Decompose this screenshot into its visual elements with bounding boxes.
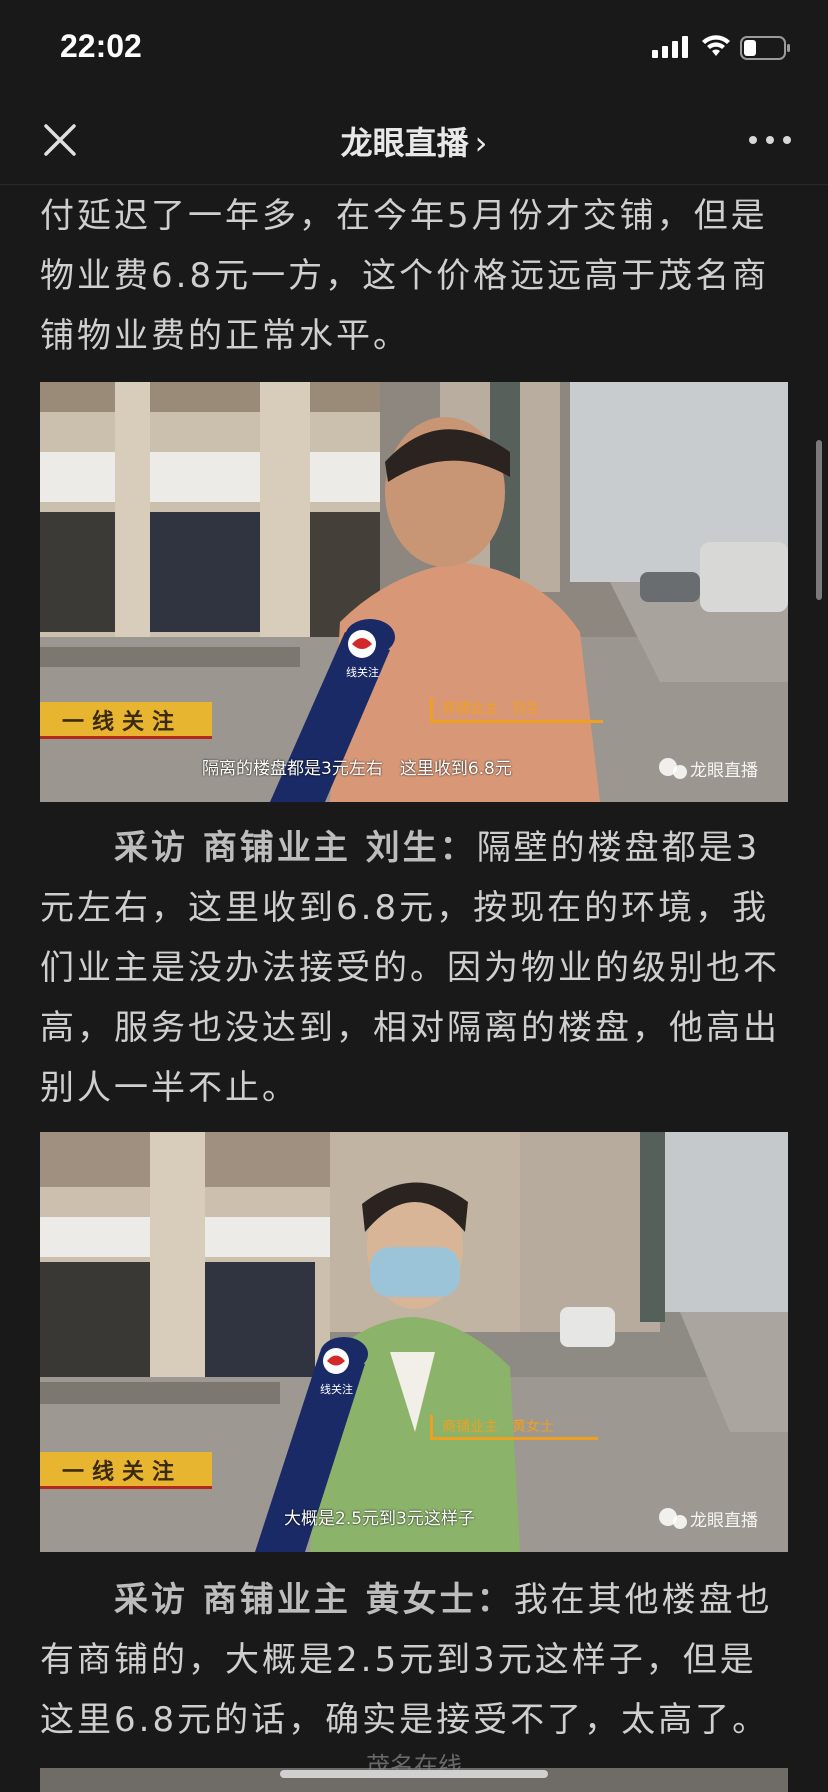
home-indicator[interactable] bbox=[280, 1770, 548, 1778]
wifi-icon bbox=[702, 35, 730, 56]
account-title-link[interactable]: 龙眼直播 › bbox=[0, 118, 828, 164]
banner-text: 一线关注 bbox=[62, 1460, 183, 1485]
mic-label: 线关注 bbox=[320, 1383, 353, 1396]
banner-text: 一线关注 bbox=[62, 710, 183, 735]
more-icon[interactable] bbox=[748, 132, 792, 148]
scrollbar[interactable] bbox=[816, 440, 822, 600]
interview-text: 隔壁的楼盘都是3元左右，这里收到6.8元，按现在的环境，我们业主是没办法接受的。… bbox=[40, 828, 780, 1108]
video-watermark: 龙眼直播 bbox=[690, 761, 758, 781]
interview-image-liu[interactable]: 一线关注 线关注 商铺业主 刘生 隔离的楼盘都是3元左右 这里收到6.8元 龙眼… bbox=[40, 382, 788, 802]
mic-label: 线关注 bbox=[346, 666, 379, 679]
article-paragraph: 采访 商铺业主 黄女士：我在其他楼盘也有商铺的，大概是2.5元到3元这样子，但是… bbox=[40, 1570, 788, 1750]
street-scene-image bbox=[40, 1132, 788, 1552]
video-watermark: 龙眼直播 bbox=[690, 1511, 758, 1531]
article-paragraph: 采访 商铺业主 刘生：隔壁的楼盘都是3元左右，这里收到6.8元，按现在的环境，我… bbox=[40, 818, 788, 1118]
account-title: 龙眼直播 bbox=[340, 124, 469, 162]
street-scene-image bbox=[40, 382, 788, 802]
interview-lead: 采访 商铺业主 黄女士： bbox=[114, 1580, 514, 1620]
name-tag: 商铺业主 黄女士 bbox=[442, 1419, 554, 1435]
video-subtitle: 隔离的楼盘都是3元左右 这里收到6.8元 bbox=[202, 759, 512, 779]
chevron-right-icon: › bbox=[474, 124, 488, 162]
article-paragraph: 付延迟了一年多，在今年5月份才交铺，但是物业费6.8元一方，这个价格远远高于茂名… bbox=[40, 196, 770, 356]
signal-icon bbox=[652, 36, 688, 58]
battery-icon bbox=[740, 36, 790, 60]
interview-image-huang[interactable]: 一线关注 线关注 商铺业主 黄女士 大概是2.5元到3元这样子 龙眼直播 bbox=[40, 1132, 788, 1552]
status-bar: 22:02 bbox=[0, 0, 828, 96]
interview-lead: 采访 商铺业主 刘生： bbox=[114, 828, 477, 868]
name-tag: 商铺业主 刘生 bbox=[442, 701, 540, 717]
nav-bar: 龙眼直播 › bbox=[0, 96, 828, 185]
article-content: 付延迟了一年多，在今年5月份才交铺，但是物业费6.8元一方，这个价格远远高于茂名… bbox=[0, 184, 828, 1792]
status-time: 22:02 bbox=[60, 28, 142, 64]
video-subtitle: 大概是2.5元到3元这样子 bbox=[284, 1509, 475, 1529]
